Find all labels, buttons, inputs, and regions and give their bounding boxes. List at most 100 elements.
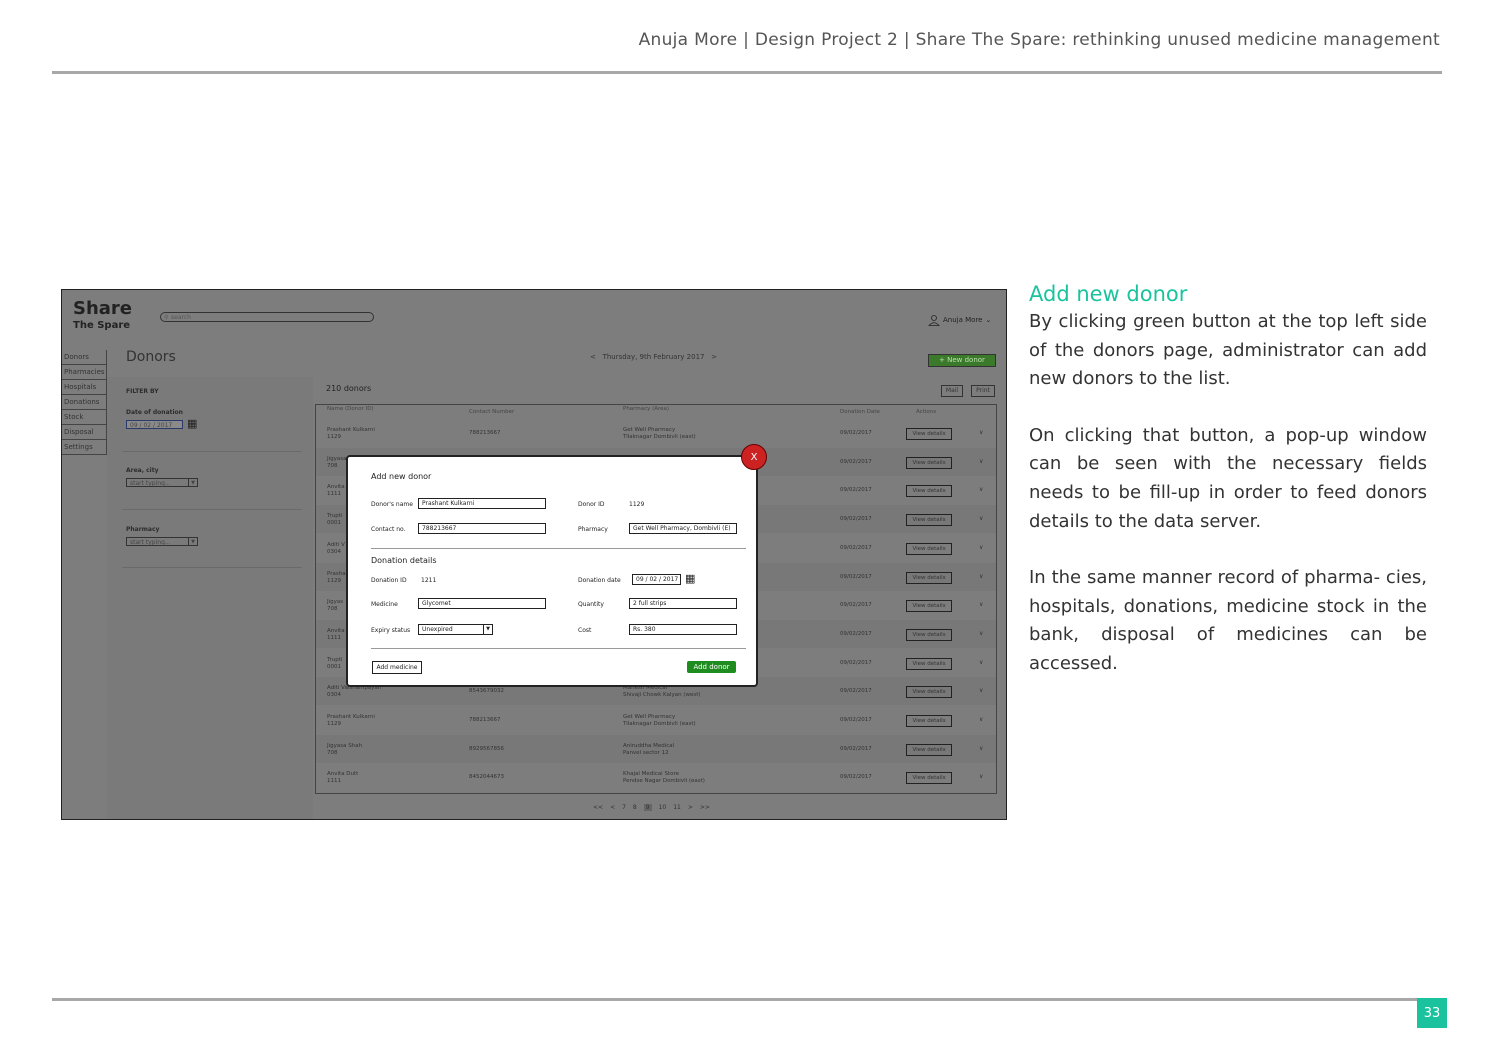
expand-chevron-icon[interactable]: ∨ [979, 515, 983, 522]
mail-button[interactable]: Mail [941, 385, 963, 397]
view-details-button[interactable]: View details [906, 686, 952, 699]
sidebar-item-stock[interactable]: Stock [62, 410, 107, 425]
pagination-item[interactable]: >> [700, 804, 710, 811]
expiry-select[interactable]: Unexpired ▼ [418, 624, 493, 635]
pharmacy-field[interactable]: Get Well Pharmacy, Dombivli (E) [629, 523, 737, 534]
donor-id-label: Donor ID [578, 501, 605, 508]
donor-name: Prashant Kulkarni [327, 714, 375, 720]
donor-id: 1111 [327, 634, 341, 641]
donation-id-value: 1211 [421, 577, 437, 584]
donor-name-field[interactable]: Prashant Kulkarni [418, 498, 546, 509]
filter-panel: FILTER BY Date of donation 09 / 02 / 201… [107, 377, 313, 819]
filter-pharmacy-input[interactable]: start typing... ▼ [126, 537, 198, 546]
dropdown-arrow-icon: ▼ [483, 625, 492, 634]
donation-date: 09/02/2017 [840, 774, 872, 781]
expand-chevron-icon[interactable]: ∨ [979, 745, 983, 752]
medicine-field[interactable]: Glycomet [418, 598, 546, 609]
expand-chevron-icon[interactable]: ∨ [979, 573, 983, 580]
view-details-button[interactable]: View details [906, 428, 952, 440]
donation-id-label: Donation ID [371, 577, 407, 584]
expand-chevron-icon[interactable]: ∨ [979, 773, 983, 780]
donor-contact: 788213667 [469, 430, 501, 436]
donation-date: 09/02/2017 [840, 430, 872, 436]
sidebar-item-hospitals[interactable]: Hospitals [62, 380, 107, 395]
user-menu[interactable]: Anuja More ⌄ [928, 314, 991, 326]
view-details-button[interactable]: View details [906, 514, 952, 527]
contact-field[interactable]: 788213667 [418, 523, 546, 534]
expand-chevron-icon[interactable]: ∨ [979, 429, 983, 436]
pagination-item[interactable]: < [610, 804, 615, 811]
quantity-field[interactable]: 2 full strips [629, 598, 737, 609]
view-details-button[interactable]: View details [906, 456, 952, 469]
view-details-button[interactable]: View details [906, 485, 952, 498]
close-button[interactable]: X [741, 444, 767, 470]
pagination-item[interactable]: 11 [673, 804, 681, 811]
pagination-item[interactable]: > [688, 804, 693, 811]
view-details-button[interactable]: View details [906, 743, 952, 756]
print-button[interactable]: Print [971, 385, 995, 397]
donor-id: 0304 [327, 548, 341, 555]
filter-area-label: Area, city [126, 467, 159, 474]
pagination-item[interactable]: 8 [633, 804, 637, 811]
view-details-button[interactable]: View details [906, 628, 952, 641]
filter-pharmacy-placeholder: start typing... [130, 539, 171, 546]
view-details-button[interactable]: View details [906, 600, 952, 613]
donor-name: Trupti [327, 513, 343, 520]
view-details-button[interactable]: View details [906, 542, 952, 555]
donation-date-field[interactable]: 09 / 02 / 2017 [632, 574, 681, 585]
table-header: Name (Donor ID) Contact Number Pharmacy … [316, 405, 996, 419]
view-details-button[interactable]: View details [906, 715, 952, 727]
donor-id: 1129 [327, 434, 341, 440]
donor-contact: 788213667 [469, 717, 501, 723]
expand-chevron-icon[interactable]: ∨ [979, 458, 983, 465]
view-details-button[interactable]: View details [906, 571, 952, 584]
pagination-item[interactable]: 10 [659, 804, 667, 811]
date-next-button[interactable]: > [711, 353, 717, 361]
description-panel: Add new donor By clicking green button a… [1029, 282, 1427, 707]
donor-id: 708 [327, 606, 338, 613]
calendar-icon[interactable]: ▦ [685, 573, 695, 584]
view-details-button[interactable]: View details [906, 772, 952, 785]
sidebar-item-disposal[interactable]: Disposal [62, 425, 107, 440]
description-paragraph: On clicking that button, a pop-up window… [1029, 424, 1427, 532]
donor-id: 1111 [327, 491, 341, 498]
header-pharmacy: Pharmacy (Area) [623, 406, 670, 412]
page-number: 33 [1417, 998, 1447, 1028]
donation-date: 09/02/2017 [840, 688, 872, 695]
calendar-icon[interactable]: ▦ [187, 418, 197, 429]
sidebar-item-settings[interactable]: Settings [62, 440, 107, 455]
cost-field[interactable]: Rs. 380 [629, 624, 737, 635]
sidebar-item-donors[interactable]: Donors [62, 350, 107, 365]
expand-chevron-icon[interactable]: ∨ [979, 544, 983, 551]
donor-name: Jigyas [327, 599, 344, 606]
add-donor-modal: Add new donor Donor's name Prashant Kulk… [346, 455, 758, 687]
pagination-item[interactable]: 7 [622, 804, 626, 811]
expand-chevron-icon[interactable]: ∨ [979, 486, 983, 493]
filter-date-input[interactable]: 09 / 02 / 2017 [126, 420, 183, 429]
expand-chevron-icon[interactable]: ∨ [979, 687, 983, 694]
donor-name: Jigyasa [327, 455, 347, 462]
expand-chevron-icon[interactable]: ∨ [979, 716, 983, 723]
date-prev-button[interactable]: < [590, 353, 596, 361]
view-details-button[interactable]: View details [906, 657, 952, 670]
new-donor-button[interactable]: + New donor [928, 354, 996, 367]
expand-chevron-icon[interactable]: ∨ [979, 601, 983, 608]
donation-date: 09/02/2017 [840, 573, 872, 580]
pagination-item[interactable]: 9 [643, 804, 652, 811]
donor-id: 708 [327, 749, 338, 756]
add-medicine-button[interactable]: Add medicine [372, 661, 422, 674]
sidebar-item-donations[interactable]: Donations [62, 395, 107, 410]
filter-area-input[interactable]: start typing... ▼ [126, 478, 198, 487]
filter-date-label: Date of donation [126, 409, 183, 416]
pagination-item[interactable]: << [593, 804, 603, 811]
search-icon: ⚲ [164, 314, 169, 321]
expand-chevron-icon[interactable]: ∨ [979, 630, 983, 637]
donor-name: Trupti [327, 656, 343, 663]
add-donor-button[interactable]: Add donor [687, 661, 736, 673]
search-input[interactable]: ⚲ search [160, 312, 374, 322]
expand-chevron-icon[interactable]: ∨ [979, 659, 983, 666]
sidebar-item-pharmacies[interactable]: Pharmacies [62, 365, 107, 380]
donor-pharmacy: Get Well Pharmacy [623, 427, 676, 433]
donor-area: Pendse Nagar Dombivli (east) [623, 778, 705, 785]
page-title: Donors [126, 349, 176, 365]
